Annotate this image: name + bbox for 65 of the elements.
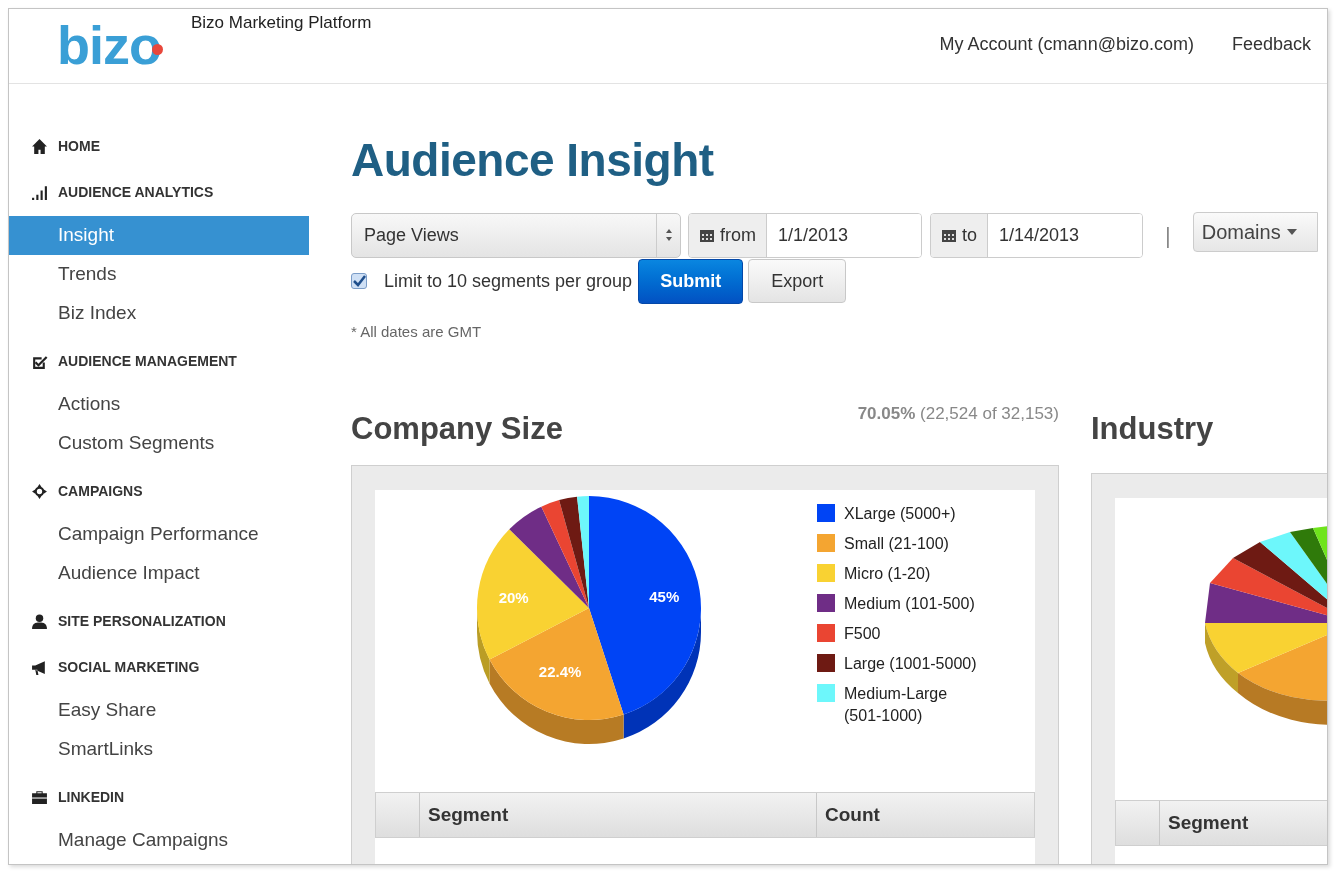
calendar-icon xyxy=(941,227,957,243)
stepper-icon xyxy=(664,228,673,242)
legend-label: F500 xyxy=(844,624,882,644)
home-icon xyxy=(31,137,48,155)
nav-item[interactable]: Trends xyxy=(9,255,309,294)
briefcase-icon xyxy=(31,788,48,806)
legend-swatch xyxy=(817,684,835,702)
coverage-stat: 70.05% (22,524 of 32,153) xyxy=(857,403,1059,425)
legend-label: Small (21-100) xyxy=(844,534,950,554)
nav-item[interactable]: Manage Campaigns xyxy=(9,821,309,860)
header-link[interactable]: My Account (cmann@bizo.com) xyxy=(939,31,1194,55)
legend-label: Medium-Large (501-1000) xyxy=(844,684,949,726)
crosshair-icon xyxy=(31,482,48,500)
header-link[interactable]: Feedback xyxy=(1231,31,1311,55)
section-heading[interactable]: SITE PERSONALIZATION xyxy=(58,610,226,632)
chart-title: Company Size xyxy=(351,410,563,448)
user-icon xyxy=(31,612,48,630)
domains-dropdown[interactable]: Domains xyxy=(1192,212,1318,252)
export-button[interactable]: Export xyxy=(748,259,847,303)
nav-item[interactable]: SmartLinks xyxy=(9,730,309,769)
nav-item[interactable]: Audience Impact xyxy=(9,554,309,593)
page-title: Audience Insight xyxy=(351,133,715,188)
column-header[interactable]: Count xyxy=(817,793,1034,837)
note-text: * All dates are GMT xyxy=(351,322,483,341)
calendar-icon xyxy=(699,227,715,243)
nav-item[interactable]: Easy Share xyxy=(9,691,309,730)
section-heading[interactable]: LINKEDIN xyxy=(58,786,125,808)
separator: | xyxy=(1165,221,1171,250)
section-title: Industry xyxy=(1091,410,1215,448)
nav-item[interactable]: Custom Segments xyxy=(9,424,309,463)
from-label: from xyxy=(720,223,756,247)
data-label: 45% xyxy=(649,588,680,606)
column-header[interactable]: Segment xyxy=(1160,801,1249,845)
limit-label: Limit to 10 segments per group xyxy=(384,269,633,293)
section-heading[interactable]: AUDIENCE ANALYTICS xyxy=(58,181,214,203)
megaphone-icon xyxy=(31,658,48,676)
legend-swatch xyxy=(817,504,835,522)
bar-chart-icon xyxy=(31,183,48,201)
legend-swatch xyxy=(817,564,835,582)
legend-label: Micro (1-20) xyxy=(844,564,932,584)
section-heading[interactable]: SOCIAL MARKETING xyxy=(58,656,200,678)
submit-button[interactable]: Submit xyxy=(638,258,744,304)
nav-item[interactable]: Campaign Performance xyxy=(9,515,309,554)
legend-swatch xyxy=(817,534,835,552)
legend-label: XLarge (5000+) xyxy=(844,504,957,524)
product-name: Bizo Marketing Platform xyxy=(191,12,372,32)
nav-item[interactable]: Actions xyxy=(9,385,309,424)
legend-label: Medium (101-500) xyxy=(844,594,976,614)
legend-swatch xyxy=(817,594,835,612)
checkbox[interactable] xyxy=(351,273,367,289)
section-heading[interactable]: AUDIENCE MANAGEMENT xyxy=(58,350,237,372)
data-label: 22.4% xyxy=(538,663,582,681)
legend-label: Large (1001-5000) xyxy=(844,654,978,674)
section-heading[interactable]: HOME xyxy=(58,135,100,157)
nav-item[interactable]: Biz Index xyxy=(9,294,309,333)
caret-icon xyxy=(1286,229,1297,235)
section-heading[interactable]: CAMPAIGNS xyxy=(58,480,143,502)
to-date-field[interactable]: to 1/14/2013 xyxy=(930,212,1143,258)
legend-swatch xyxy=(817,654,835,672)
metric-select[interactable]: Page Views xyxy=(351,212,681,258)
from-date-field[interactable]: from 1/1/2013 xyxy=(688,212,922,258)
column-header[interactable]: Segment xyxy=(420,793,817,837)
data-label: 20% xyxy=(498,588,529,606)
to-label: to xyxy=(962,223,977,247)
legend-swatch xyxy=(817,624,835,642)
